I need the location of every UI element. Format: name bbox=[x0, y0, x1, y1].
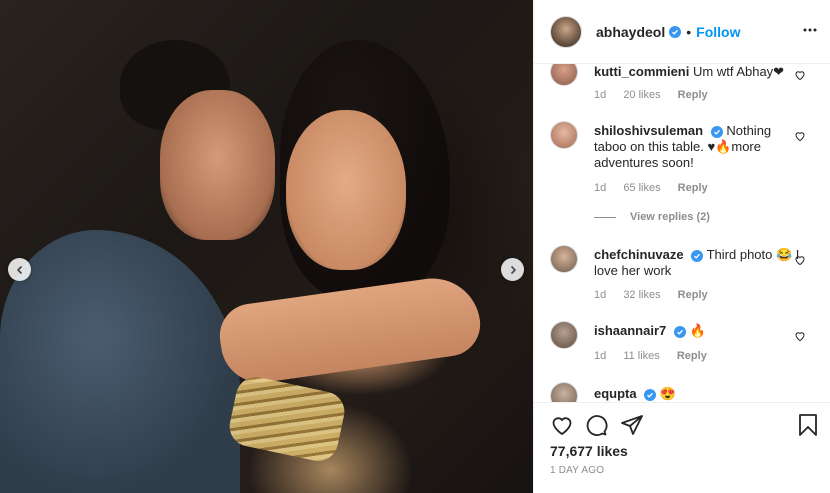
save-button[interactable] bbox=[798, 413, 818, 442]
comments-list[interactable]: kutti_commieni Um wtf Abhay❤ 1d 20 likes… bbox=[534, 64, 830, 402]
commenter-avatar[interactable] bbox=[550, 64, 578, 86]
post-timestamp[interactable]: 1 DAY AGO bbox=[550, 465, 604, 476]
separator-dot: • bbox=[686, 23, 692, 40]
like-comment-button[interactable] bbox=[794, 129, 806, 147]
share-button[interactable] bbox=[620, 413, 644, 442]
comment-username[interactable]: ishaannair7 bbox=[594, 323, 666, 338]
comment-icon bbox=[586, 415, 608, 436]
verified-icon bbox=[644, 389, 657, 401]
comment-age: 1d bbox=[594, 182, 607, 194]
comment-meta: 1d 32 likes Reply bbox=[594, 289, 722, 301]
like-comment-button[interactable] bbox=[794, 253, 806, 271]
comment-username[interactable]: kutti_commieni bbox=[594, 64, 689, 79]
next-photo-button[interactable] bbox=[501, 258, 524, 281]
heart-icon bbox=[795, 256, 805, 266]
commenter-avatar[interactable] bbox=[550, 382, 578, 402]
comment-body: shiloshivsuleman Nothing taboo on this t… bbox=[594, 123, 804, 171]
comment-body: kutti_commieni Um wtf Abhay❤ bbox=[594, 64, 804, 80]
reply-button[interactable]: Reply bbox=[678, 289, 708, 301]
comment-body: ishaannair7 🔥 bbox=[594, 323, 804, 339]
comment-age: 1d bbox=[594, 89, 607, 101]
comment-body: chefchinuvaze Third photo 😂 I love her w… bbox=[594, 247, 804, 279]
comment-likes[interactable]: 11 likes bbox=[623, 350, 659, 362]
bookmark-icon bbox=[799, 414, 817, 436]
photo-man-shirt bbox=[0, 230, 240, 493]
verified-icon bbox=[669, 25, 682, 38]
like-button[interactable] bbox=[550, 413, 574, 442]
author-avatar[interactable] bbox=[550, 15, 582, 48]
post-sidebar: abhaydeol • Follow kutti_commieni Um wtf… bbox=[533, 0, 830, 493]
reply-button[interactable]: Reply bbox=[677, 350, 707, 362]
verified-icon bbox=[673, 326, 686, 338]
comment-body: equpta 😍 bbox=[594, 386, 804, 402]
post-photo bbox=[0, 0, 533, 493]
comment-username[interactable]: equpta bbox=[594, 386, 637, 401]
commenter-avatar[interactable] bbox=[550, 121, 578, 149]
previous-photo-button[interactable] bbox=[8, 258, 31, 281]
post-header: abhaydeol • Follow bbox=[534, 0, 830, 64]
comment-username[interactable]: shiloshivsuleman bbox=[594, 123, 703, 138]
likes-count[interactable]: 77,677 likes bbox=[550, 443, 628, 459]
comment-username[interactable]: chefchinuvaze bbox=[594, 247, 684, 262]
heart-icon bbox=[552, 417, 572, 436]
like-comment-button[interactable] bbox=[794, 68, 806, 86]
photo-woman-face bbox=[286, 110, 406, 270]
comment-text: 🔥 bbox=[689, 323, 706, 338]
commenter-avatar[interactable] bbox=[550, 321, 578, 349]
commenter-avatar[interactable] bbox=[550, 245, 578, 273]
more-icon bbox=[803, 28, 817, 32]
comment-text: Um wtf Abhay❤ bbox=[692, 64, 785, 79]
comment-likes[interactable]: 20 likes bbox=[623, 89, 660, 101]
heart-icon bbox=[795, 71, 805, 81]
replies-divider bbox=[594, 216, 616, 218]
share-icon bbox=[621, 415, 643, 435]
more-options-button[interactable] bbox=[802, 22, 818, 43]
comment-age: 1d bbox=[594, 289, 607, 301]
comment-likes[interactable]: 32 likes bbox=[623, 289, 660, 301]
verified-icon bbox=[691, 250, 704, 262]
comment-button[interactable] bbox=[584, 413, 608, 442]
heart-icon bbox=[795, 132, 805, 142]
reply-button[interactable]: Reply bbox=[678, 182, 708, 194]
comment-age: 1d bbox=[594, 350, 607, 362]
post-actions bbox=[534, 402, 830, 446]
photo-man-face bbox=[160, 90, 275, 240]
photo-bangles bbox=[225, 373, 349, 465]
view-replies-label: View replies (2) bbox=[630, 211, 710, 223]
view-replies-button[interactable]: View replies (2) bbox=[594, 211, 710, 223]
follow-button[interactable]: Follow bbox=[696, 24, 740, 40]
comment-meta: 1d 11 likes Reply bbox=[594, 350, 721, 362]
author-username[interactable]: abhaydeol bbox=[596, 24, 665, 40]
like-comment-button[interactable] bbox=[794, 329, 806, 347]
chevron-right-icon bbox=[510, 265, 516, 274]
photo-arm bbox=[215, 272, 485, 388]
comment-text: 😍 bbox=[659, 386, 677, 401]
comment-meta: 1d 20 likes Reply bbox=[594, 89, 722, 101]
comment-meta: 1d 65 likes Reply bbox=[594, 182, 722, 194]
reply-button[interactable]: Reply bbox=[678, 89, 708, 101]
heart-icon bbox=[795, 332, 805, 342]
chevron-left-icon bbox=[16, 265, 22, 274]
comment-likes[interactable]: 65 likes bbox=[623, 182, 660, 194]
verified-icon bbox=[710, 126, 723, 138]
